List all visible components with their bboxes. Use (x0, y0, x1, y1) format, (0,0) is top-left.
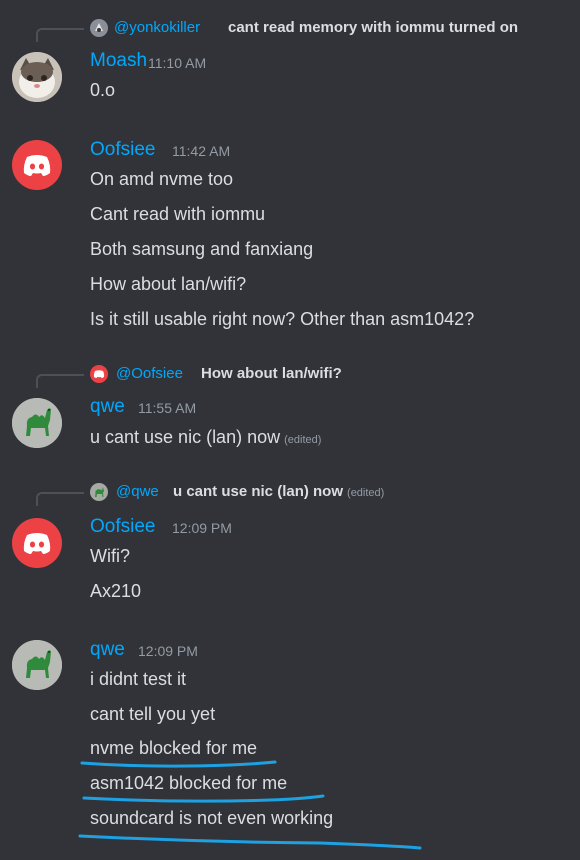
message-text: How about lan/wifi? (90, 274, 247, 294)
message-text: Both samsung and fanxiang (90, 239, 314, 259)
message-text: Cant read with iommu (90, 204, 266, 224)
reply-username[interactable]: @yonkokiller (114, 19, 200, 36)
cat-avatar[interactable] (12, 52, 62, 102)
reply-discord-icon (90, 365, 108, 383)
author-name[interactable]: qwe (90, 396, 125, 418)
author-name[interactable]: Oofsiee (90, 139, 155, 161)
reply-preview[interactable]: @qwe u cant use nic (lan) now (edited) (0, 482, 580, 506)
reply-text[interactable]: u cant use nic (lan) now (edited) (173, 483, 384, 500)
timestamp[interactable]: 11:10 AM (148, 55, 206, 71)
edited-label: (edited) (284, 434, 322, 446)
reply-text-content: u cant use nic (lan) now (173, 483, 344, 500)
reply-text[interactable]: How about lan/wifi? (201, 365, 342, 382)
reply-spine (36, 28, 84, 42)
message-text: soundcard is not even working (90, 808, 334, 828)
message-text: nvme blocked for me (90, 738, 258, 758)
timestamp[interactable]: 11:55 AM (138, 400, 196, 416)
reply-avatar-icon (90, 19, 108, 37)
discord-logo-avatar[interactable] (12, 140, 62, 190)
reply-username[interactable]: @Oofsiee (116, 365, 183, 382)
message-text: asm1042 blocked for me (90, 773, 288, 793)
message-text: Ax210 (90, 581, 142, 601)
camel-avatar[interactable] (12, 640, 62, 690)
underline-stroke (78, 834, 422, 850)
reply-preview[interactable]: @Oofsiee How about lan/wifi? (0, 364, 580, 388)
message-text: On amd nvme too (90, 169, 234, 189)
message-text: Is it still usable right now? Other than… (90, 309, 475, 329)
edited-label: (edited) (347, 487, 385, 499)
reply-preview[interactable]: @yonkokiller cant read memory with iommu… (0, 18, 580, 42)
discord-logo-avatar[interactable] (12, 518, 62, 568)
timestamp[interactable]: 11:42 AM (172, 143, 230, 159)
author-name[interactable]: Oofsiee (90, 516, 155, 538)
reply-spine (36, 492, 84, 506)
message-text: cant tell you yet (90, 704, 216, 724)
reply-text[interactable]: cant read memory with iommu turned on (228, 19, 518, 36)
reply-username[interactable]: @qwe (116, 483, 159, 500)
camel-avatar[interactable] (12, 398, 62, 448)
timestamp[interactable]: 12:09 PM (172, 520, 232, 536)
author-name[interactable]: qwe (90, 639, 125, 661)
reply-camel-icon (90, 483, 108, 501)
author-name[interactable]: Moash (90, 50, 147, 72)
underline-stroke (82, 794, 325, 803)
message-text: Wifi? (90, 546, 130, 566)
message-text: 0.o (90, 80, 116, 100)
reply-spine (36, 374, 84, 388)
message-text-content: u cant use nic (lan) now (90, 427, 281, 447)
timestamp[interactable]: 12:09 PM (138, 643, 198, 659)
message-text: i didnt test it (90, 669, 187, 689)
underline-stroke (80, 760, 277, 768)
message-text: u cant use nic (lan) now (edited) (90, 427, 321, 448)
